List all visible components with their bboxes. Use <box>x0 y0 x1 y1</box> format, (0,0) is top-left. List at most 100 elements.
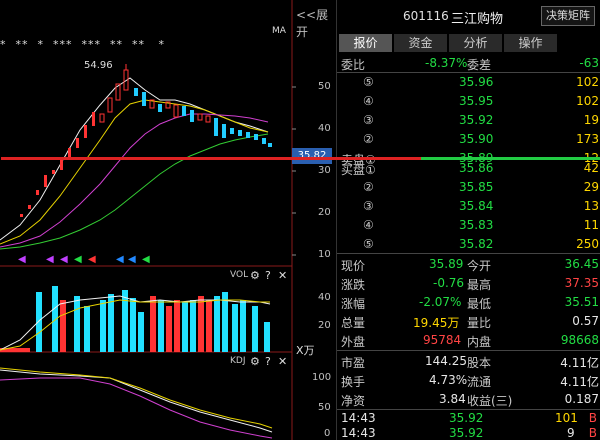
quote-row-pct: 涨幅 -2.07% 最低 35.51 <box>337 293 600 312</box>
quote-value: 19.45万 <box>413 316 460 330</box>
candle <box>262 138 266 144</box>
kdj-ytick-50: 50 <box>318 402 331 413</box>
tab-operate[interactable]: 操作 <box>504 34 558 52</box>
vol-bar <box>74 296 80 352</box>
vol-panel-title: VOL <box>230 270 249 280</box>
quote-row-volume: 总量 19.45万 量比 0.57 <box>337 312 600 331</box>
sell-level-index: ⑤ <box>363 75 374 89</box>
tab-analysis[interactable]: 分析 <box>449 34 503 52</box>
buy-level-index: ② <box>363 180 374 194</box>
sell-price: 35.92 <box>459 113 494 127</box>
tick-price: 35.92 <box>449 426 484 440</box>
stat-label: 市盈 <box>341 356 366 370</box>
kline-chart-area[interactable]: ◀ ◀ ◀ ◀ ◀ ◀ ◀ ◀ <<展开 MA * ** * *** *** *… <box>0 0 336 440</box>
quote-label: 今开 <box>467 259 492 273</box>
weidiff-label: 委差 <box>467 58 492 72</box>
candle <box>230 128 234 134</box>
stat-value: 144.25 <box>425 354 467 368</box>
svg-text:◀: ◀ <box>18 254 26 265</box>
quote-panel: 601116 三江购物 决策矩阵 报价 资金 分析 操作 委比 -8.37% 委… <box>1 0 600 440</box>
svg-text:◀: ◀ <box>88 254 96 265</box>
tab-quote[interactable]: 报价 <box>339 34 393 52</box>
tab-funds[interactable]: 资金 <box>394 34 448 52</box>
candle <box>52 170 55 174</box>
buy-level-index: ⑤ <box>363 237 374 251</box>
vol-close-icon[interactable]: ✕ <box>278 269 287 282</box>
quote-label: 涨跌 <box>341 278 366 292</box>
candle <box>197 113 203 121</box>
vol-bar <box>190 300 196 352</box>
vol-bar <box>174 300 180 352</box>
kdj-help-icon[interactable]: ? <box>265 355 271 368</box>
quote-value: 98668 <box>560 333 599 347</box>
kdj-gear-icon[interactable]: ⚙ <box>250 355 260 368</box>
decision-matrix-button[interactable]: 决策矩阵 <box>541 6 595 26</box>
stock-name: 三江购物 <box>451 12 504 27</box>
quote-value: -0.76 <box>433 276 465 290</box>
candle <box>214 118 218 136</box>
quote-label: 涨幅 <box>341 297 366 311</box>
candle <box>99 113 105 123</box>
candle <box>246 132 250 138</box>
buy-volume: 250 <box>576 237 599 251</box>
ytick-10: 10 <box>318 249 331 260</box>
quote-tabs: 报价 资金 分析 操作 <box>337 34 600 52</box>
expand-button[interactable]: <<展开 <box>296 6 336 40</box>
candle <box>134 88 138 96</box>
quote-label: 总量 <box>341 316 366 330</box>
vol-help-icon[interactable]: ? <box>265 269 271 282</box>
sell-level-2[interactable]: ② 35.90 173 <box>337 130 600 149</box>
stat-row-net-asset: 净资 3.84 收益(三) 0.187 <box>337 390 600 409</box>
buy-level-1[interactable]: 买盘① 35.86 42 <box>337 159 600 178</box>
quote-label: 内盘 <box>467 335 492 349</box>
sell-level-4[interactable]: ④ 35.95 102 <box>337 92 600 111</box>
svg-text:◀: ◀ <box>74 254 82 265</box>
stat-label: 流通 <box>467 375 492 389</box>
sell-price: 35.90 <box>459 132 494 146</box>
quote-label: 现价 <box>341 259 366 273</box>
stat-value: 4.11亿 <box>560 356 599 370</box>
quote-label: 量比 <box>467 316 492 330</box>
kline-chart-svg: ◀ ◀ ◀ ◀ ◀ ◀ ◀ ◀ <box>0 0 296 440</box>
candle <box>107 97 113 113</box>
kdj-k-white <box>0 369 273 433</box>
vol-gear-icon[interactable]: ⚙ <box>250 269 260 282</box>
candle <box>84 125 87 138</box>
vol-bar <box>130 298 136 352</box>
vol-bar <box>182 302 188 352</box>
buy-level-5[interactable]: ⑤ 35.82 250 <box>337 235 600 254</box>
tick-time: 14:43 <box>341 426 376 440</box>
candle <box>268 143 272 147</box>
ma-line-yellow <box>0 99 269 245</box>
candle <box>60 160 63 170</box>
sell-level-5[interactable]: ⑤ 35.96 102 <box>337 73 600 92</box>
stat-value: 0.187 <box>564 392 599 406</box>
sell-level-3[interactable]: ③ 35.92 19 <box>337 111 600 130</box>
high-price-label: 54.96 <box>84 60 113 71</box>
candle <box>222 124 226 138</box>
tick-side: B <box>588 411 597 425</box>
buy-level-4[interactable]: ④ 35.83 11 <box>337 216 600 235</box>
buy-volume: 11 <box>583 218 599 232</box>
stat-value: 3.84 <box>439 392 466 406</box>
vol-bar <box>264 322 270 352</box>
kdj-close-icon[interactable]: ✕ <box>278 355 287 368</box>
buy-level-2[interactable]: ② 35.85 29 <box>337 178 600 197</box>
vol-bar <box>206 300 212 352</box>
vol-bar <box>138 312 144 352</box>
tick-time: 14:43 <box>341 411 376 425</box>
buy-price: 35.85 <box>459 180 494 194</box>
vol-bar <box>122 290 128 352</box>
quote-label: 最低 <box>467 297 492 311</box>
sell-level-index: ③ <box>363 113 374 127</box>
sell-volume: 173 <box>576 132 599 146</box>
vol-bar <box>100 300 106 352</box>
candle <box>205 115 211 123</box>
svg-text:◀: ◀ <box>142 254 150 265</box>
tick-row: 14:43 35.92 101 B <box>337 411 600 426</box>
buy-level-3[interactable]: ③ 35.84 13 <box>337 197 600 216</box>
signal-arrows: ◀ ◀ ◀ ◀ ◀ ◀ ◀ ◀ <box>18 254 150 265</box>
vol-bar <box>150 296 156 352</box>
candle <box>254 134 258 140</box>
vol-bar <box>198 296 204 352</box>
